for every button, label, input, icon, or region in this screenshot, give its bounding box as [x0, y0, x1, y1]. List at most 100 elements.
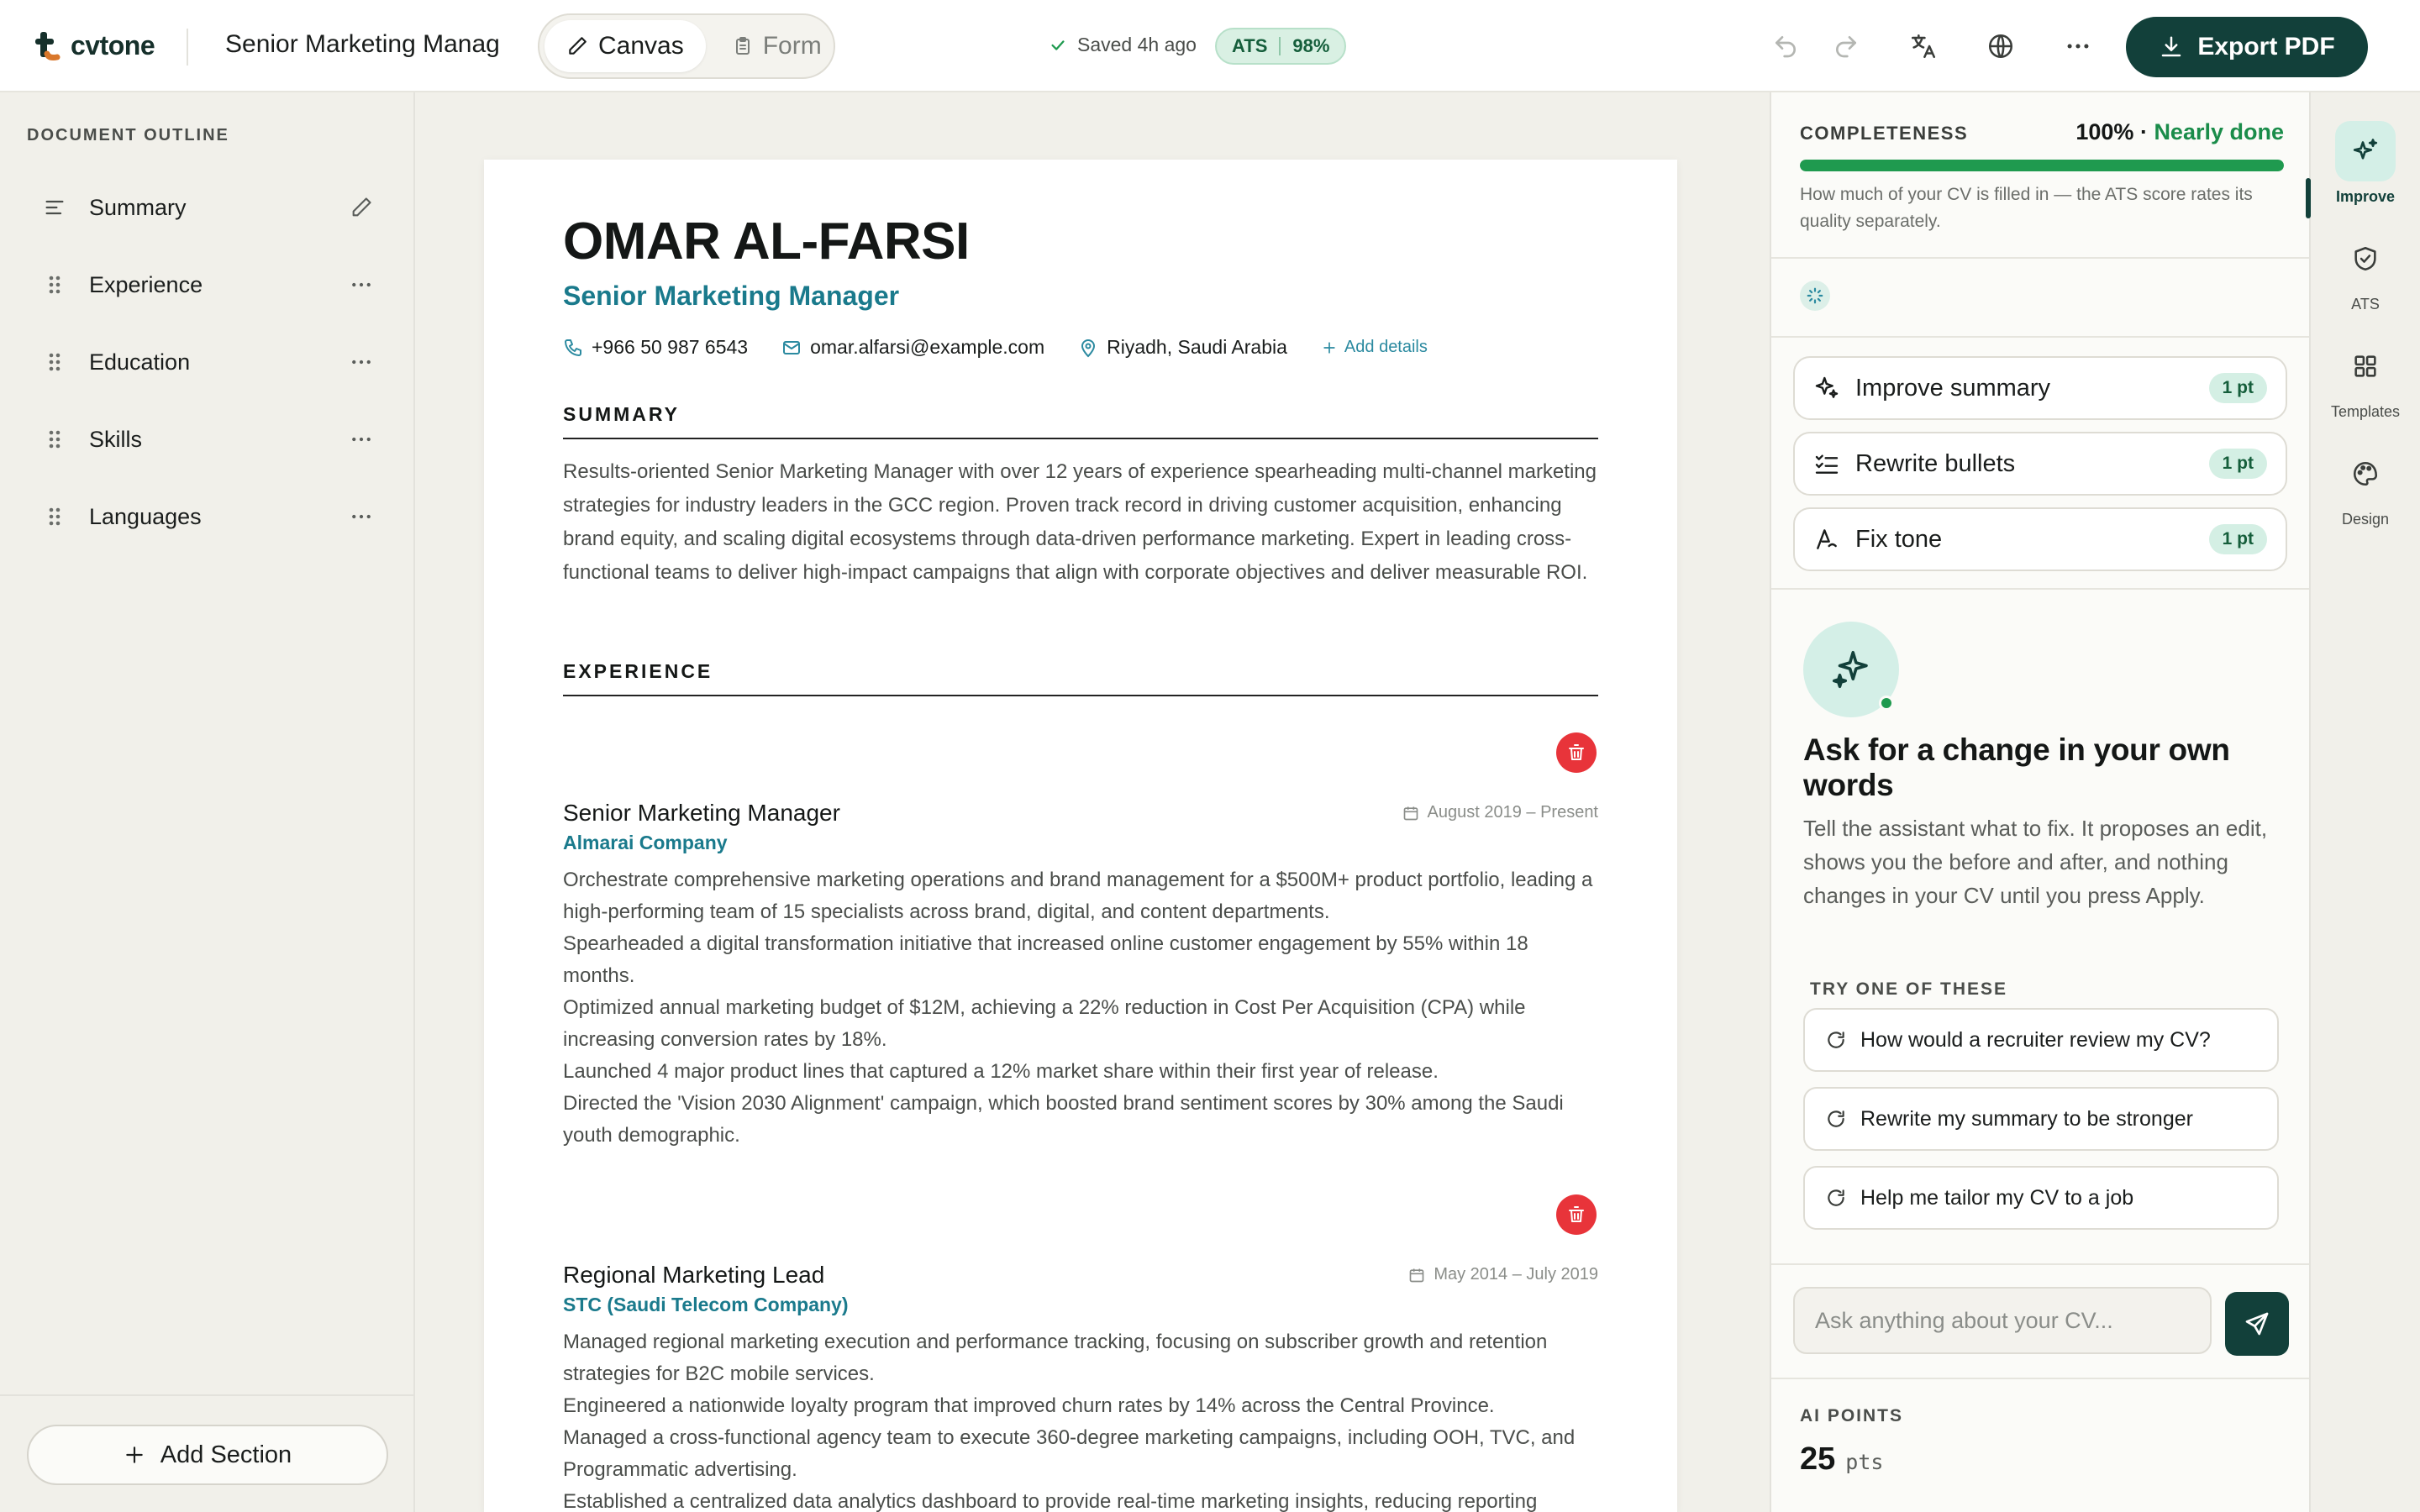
experience-heading: EXPERIENCE: [563, 660, 1598, 696]
summary-heading: SUMMARY: [563, 403, 1598, 439]
form-mode-label: Form: [762, 32, 822, 60]
outline-item-label: Education: [89, 349, 191, 375]
rail-item-improve[interactable]: Improve: [2306, 121, 2420, 222]
edit-summary-button[interactable]: [336, 196, 387, 219]
online-status-dot: [1879, 696, 1894, 711]
suggestion-chip[interactable]: Help me tailor my CV to a job: [1803, 1166, 2279, 1230]
ask-input[interactable]: [1793, 1287, 2212, 1354]
mail-icon: [783, 340, 801, 354]
language-button[interactable]: [1983, 29, 2018, 64]
app-logo[interactable]: cvtone: [34, 29, 155, 62]
ask-description: Tell the assistant what to fix. It propo…: [1803, 816, 2268, 908]
undo-button[interactable]: [1768, 29, 1803, 64]
drag-handle[interactable]: [25, 273, 84, 297]
more-horizontal-icon: [352, 437, 371, 442]
outline-item-languages[interactable]: Languages: [25, 487, 387, 546]
undo-icon: [1776, 36, 1796, 58]
section-options-button[interactable]: [336, 504, 387, 529]
job-bullet: Launched 4 major product lines that capt…: [563, 1060, 1439, 1083]
document-title[interactable]: Senior Marketing Manag: [225, 30, 511, 59]
drag-handle-icon: [49, 353, 60, 371]
points-cost-badge: 1 pt: [2208, 373, 2267, 403]
outline-item-summary[interactable]: Summary: [25, 178, 387, 237]
translate-button[interactable]: [1906, 29, 1941, 64]
summary-text[interactable]: Results-oriented Senior Marketing Manage…: [563, 455, 1598, 590]
contact-location[interactable]: Riyadh, Saudi Arabia: [1078, 336, 1287, 359]
add-details-button[interactable]: Add details: [1321, 338, 1428, 357]
drag-handle[interactable]: [25, 350, 84, 374]
suggestions-heading: TRY ONE OF THESE: [1810, 979, 2008, 999]
drag-handle[interactable]: [25, 505, 84, 528]
shield-check-icon: [2354, 246, 2376, 271]
plus-icon: [1323, 341, 1335, 354]
form-mode-button[interactable]: Form: [711, 20, 844, 72]
rail-item-design[interactable]: Design: [2311, 444, 2420, 544]
job-dates-text: August 2019 – Present: [1427, 803, 1598, 822]
delete-job-button[interactable]: [1556, 732, 1597, 773]
job-bullet: Directed the 'Vision 2030 Alignment' cam…: [563, 1092, 1564, 1147]
rail-icon-container: [2335, 228, 2396, 289]
ats-score-badge[interactable]: ATS 98%: [1215, 28, 1347, 65]
more-horizontal-icon: [352, 360, 371, 365]
ask-title: Ask for a change in your own words: [1803, 732, 2230, 802]
ai-points-value: 25: [1800, 1441, 1836, 1477]
improve-summary-button[interactable]: Improve summary 1 pt: [1793, 356, 2287, 420]
job-bullets: Managed regional marketing execution and…: [563, 1326, 1598, 1512]
more-options-button[interactable]: [2060, 29, 2096, 64]
quick-action-label: Rewrite bullets: [1855, 449, 2016, 477]
outline-item-label: Experience: [89, 271, 203, 297]
redo-button[interactable]: [1828, 29, 1864, 64]
outline-item-label: Skills: [89, 426, 143, 452]
map-pin-icon: [1081, 339, 1096, 357]
contact-phone[interactable]: +966 50 987 6543: [563, 336, 748, 359]
outline-item-label: Languages: [89, 503, 202, 529]
phone-text: +966 50 987 6543: [592, 336, 749, 358]
delete-job-button[interactable]: [1556, 1194, 1597, 1235]
tools-rail: Improve ATS Templates Design: [2306, 92, 2420, 1512]
experience-entry[interactable]: Regional Marketing Lead STC (Saudi Telec…: [563, 1262, 1598, 1512]
experience-entry[interactable]: Senior Marketing Manager Almarai Company…: [563, 800, 1598, 1152]
rail-label: Templates: [2330, 403, 2401, 420]
rail-item-templates[interactable]: Templates: [2311, 336, 2420, 437]
suggestion-chip[interactable]: Rewrite my summary to be stronger: [1803, 1087, 2279, 1151]
rail-item-ats[interactable]: ATS: [2311, 228, 2420, 329]
drag-handle-icon: [49, 276, 60, 294]
cv-name[interactable]: OMAR AL-FARSI: [563, 212, 970, 271]
contact-email[interactable]: omar.alfarsi@example.com: [781, 336, 1044, 359]
outline-item-skills[interactable]: Skills: [25, 410, 387, 469]
add-section-button[interactable]: Add Section: [27, 1425, 388, 1485]
divider: [187, 29, 188, 66]
canvas-mode-button[interactable]: Canvas: [544, 20, 706, 72]
divider: [1771, 336, 2309, 338]
save-status-text: Saved 4h ago: [1077, 34, 1197, 55]
calendar-icon: [1409, 1268, 1424, 1282]
section-options-button[interactable]: [336, 272, 387, 297]
location-text: Riyadh, Saudi Arabia: [1107, 336, 1287, 358]
outline-item-experience[interactable]: Experience: [25, 255, 387, 314]
outline-item-education[interactable]: Education: [25, 333, 387, 391]
more-horizontal-icon: [352, 282, 371, 287]
section-options-button[interactable]: [336, 427, 387, 452]
rewrite-bullets-button[interactable]: Rewrite bullets 1 pt: [1793, 432, 2287, 496]
trash-icon: [1569, 1206, 1584, 1222]
suggestion-chip[interactable]: How would a recruiter review my CV?: [1803, 1008, 2279, 1072]
drag-handle[interactable]: [25, 428, 84, 451]
export-pdf-button[interactable]: Export PDF: [2126, 17, 2368, 77]
quick-action-label: Improve summary: [1855, 374, 2051, 402]
ai-points-unit: pts: [1845, 1450, 1884, 1474]
sidebar-footer-divider: [0, 1394, 415, 1396]
contact-details: +966 50 987 6543 omar.alfarsi@example.co…: [563, 336, 1428, 359]
job-dates: August 2019 – Present: [1402, 803, 1598, 822]
send-button[interactable]: [2225, 1292, 2289, 1356]
fix-tone-button[interactable]: Fix tone 1 pt: [1793, 507, 2287, 571]
check-icon: [1051, 39, 1065, 50]
job-bullet: Optimized annual marketing budget of $12…: [563, 996, 1526, 1051]
section-options-button[interactable]: [336, 349, 387, 375]
refresh-icon: [1828, 1110, 1844, 1127]
cv-role[interactable]: Senior Marketing Manager: [563, 281, 899, 312]
rail-icon-container: [2335, 444, 2396, 504]
drag-handle-icon: [49, 507, 60, 526]
completeness-progress-bar: [1800, 160, 2284, 171]
export-pdf-label: Export PDF: [2197, 33, 2335, 60]
loader-icon: [1807, 287, 1823, 304]
